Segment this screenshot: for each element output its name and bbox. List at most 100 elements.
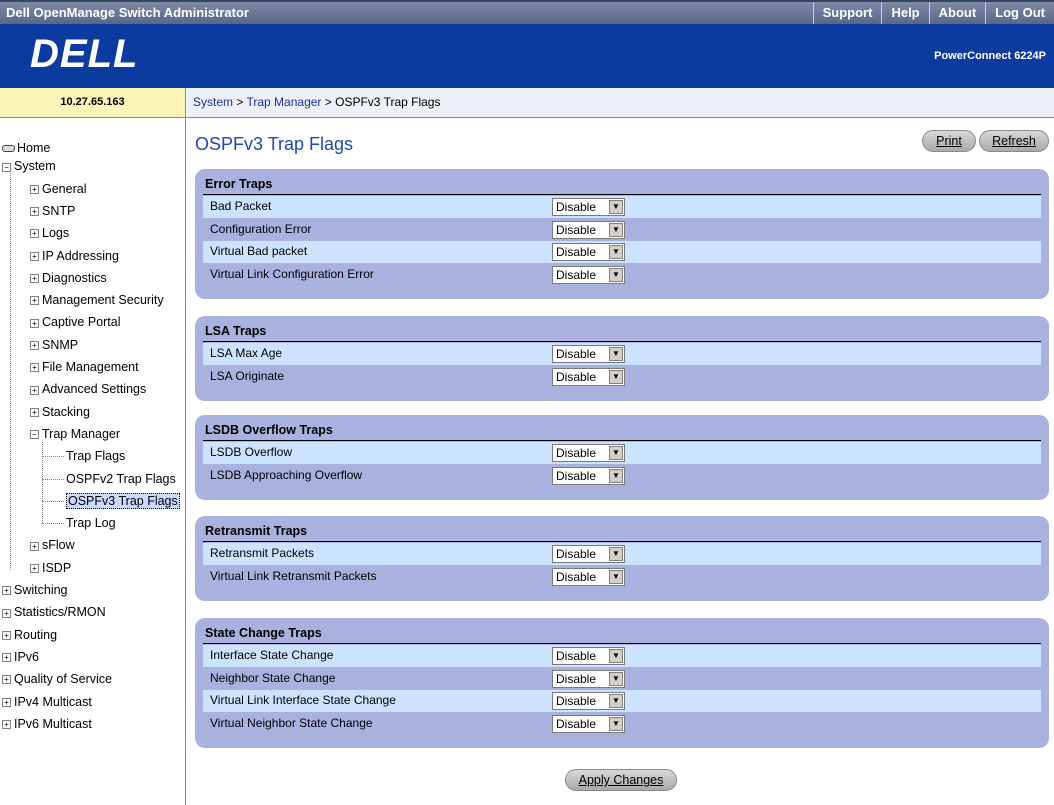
expand-icon[interactable]: + bbox=[2, 586, 11, 596]
chevron-down-icon[interactable]: ▼ bbox=[609, 347, 623, 361]
sidebar-item-trap-manager[interactable]: − Trap Manager bbox=[30, 424, 120, 444]
trap-mode-select[interactable]: Disable ▼ bbox=[552, 265, 625, 284]
expand-icon[interactable]: + bbox=[30, 340, 39, 350]
select-value: Disable bbox=[556, 267, 597, 282]
select-value: Disable bbox=[556, 245, 597, 259]
chevron-down-icon[interactable]: ▼ bbox=[609, 267, 623, 282]
collapse-icon[interactable]: − bbox=[2, 162, 11, 172]
expand-icon[interactable]: + bbox=[2, 675, 11, 685]
trap-row: Virtual Link Retransmit Packets Disable ▼ bbox=[203, 566, 1041, 588]
trap-mode-select[interactable]: Disable ▼ bbox=[552, 444, 625, 462]
trap-mode-select[interactable]: Disable ▼ bbox=[552, 367, 625, 386]
support-link[interactable]: Support bbox=[812, 2, 882, 24]
sidebar-item-ipv4-multicast[interactable]: + IPv4 Multicast bbox=[2, 692, 92, 712]
trap-mode-select[interactable]: Disable ▼ bbox=[552, 714, 625, 733]
chevron-down-icon[interactable]: ▼ bbox=[609, 671, 623, 686]
sidebar-item-switching[interactable]: + Switching bbox=[2, 580, 68, 600]
expand-icon[interactable]: + bbox=[30, 251, 39, 261]
chevron-down-icon[interactable]: ▼ bbox=[609, 569, 623, 584]
top-bar: Dell OpenManage Switch Administrator Sup… bbox=[0, 0, 1054, 24]
sidebar-item-ospfv3-trap-flags[interactable]: OSPFv3 Trap Flags bbox=[66, 491, 180, 511]
sidebar-item-management-security[interactable]: + Management Security bbox=[30, 290, 164, 310]
expand-icon[interactable]: + bbox=[30, 274, 39, 283]
sidebar-item-quality-of-service[interactable]: + Quality of Service bbox=[2, 669, 112, 689]
chevron-down-icon[interactable]: ▼ bbox=[609, 694, 623, 708]
expand-icon[interactable]: + bbox=[2, 697, 11, 707]
trap-section: Error Traps Bad Packet Disable ▼ Configurati… bbox=[195, 169, 1049, 299]
expand-icon[interactable]: + bbox=[30, 207, 39, 217]
expand-icon[interactable]: + bbox=[30, 296, 39, 306]
apply-changes-button[interactable]: Apply Changes bbox=[565, 769, 677, 791]
chevron-down-icon[interactable]: ▼ bbox=[609, 200, 623, 214]
breadcrumb-system[interactable]: System bbox=[193, 95, 233, 109]
expand-icon[interactable]: + bbox=[2, 653, 11, 663]
trap-section: State Change Traps Interface State Change… bbox=[195, 618, 1049, 748]
expand-icon[interactable]: + bbox=[2, 608, 11, 618]
expand-icon[interactable]: + bbox=[2, 720, 11, 729]
expand-icon[interactable]: + bbox=[30, 407, 39, 417]
drive-icon bbox=[2, 145, 15, 153]
trap-row: LSDB Approaching Overflow Disable ▼ bbox=[203, 465, 1041, 487]
app-title: Dell OpenManage Switch Administrator bbox=[6, 5, 249, 20]
sidebar-item-ipv6[interactable]: + IPv6 bbox=[2, 647, 39, 667]
section-title: State Change Traps bbox=[205, 626, 322, 640]
expand-icon[interactable]: + bbox=[30, 541, 39, 551]
logout-link[interactable]: Log Out bbox=[985, 2, 1054, 24]
sidebar-item-sflow[interactable]: + sFlow bbox=[30, 535, 75, 555]
sidebar-item-logs[interactable]: + Logs bbox=[30, 223, 69, 243]
trap-mode-select[interactable]: Disable ▼ bbox=[552, 466, 625, 485]
sidebar-item-isdp[interactable]: + ISDP bbox=[30, 558, 71, 578]
expand-icon[interactable]: + bbox=[30, 385, 39, 395]
trap-label: LSA Max Age bbox=[210, 346, 283, 360]
sidebar-item-ipv6-multicast[interactable]: + IPv6 Multicast bbox=[2, 714, 92, 734]
sidebar-item-captive-portal[interactable]: + Captive Portal bbox=[30, 312, 121, 332]
chevron-down-icon[interactable]: ▼ bbox=[609, 547, 623, 561]
expand-icon[interactable]: + bbox=[30, 363, 39, 373]
nav-label: Management Security bbox=[42, 293, 164, 308]
sidebar-item-diagnostics[interactable]: + Diagnostics bbox=[30, 268, 107, 288]
chevron-down-icon[interactable]: ▼ bbox=[609, 716, 623, 731]
sidebar-item-snmp[interactable]: + SNMP bbox=[30, 335, 78, 355]
about-link[interactable]: About bbox=[928, 2, 986, 24]
expand-icon[interactable]: + bbox=[30, 229, 39, 239]
sidebar-item-trap-flags[interactable]: Trap Flags bbox=[66, 446, 125, 466]
expand-icon[interactable]: + bbox=[30, 184, 39, 194]
trap-mode-select[interactable]: Disable ▼ bbox=[552, 345, 625, 363]
expand-icon[interactable]: + bbox=[30, 318, 39, 328]
sidebar-item-file-management[interactable]: + File Management bbox=[30, 357, 139, 377]
sidebar-item-stacking[interactable]: + Stacking bbox=[30, 402, 90, 422]
sidebar-item-ospfv2-trap-flags[interactable]: OSPFv2 Trap Flags bbox=[66, 469, 176, 489]
chevron-down-icon[interactable]: ▼ bbox=[609, 369, 623, 384]
chevron-down-icon[interactable]: ▼ bbox=[609, 245, 623, 259]
breadcrumb-trap-manager[interactable]: Trap Manager bbox=[246, 95, 321, 109]
refresh-button[interactable]: Refresh bbox=[979, 130, 1049, 152]
trap-mode-select[interactable]: Disable ▼ bbox=[552, 243, 625, 261]
help-link[interactable]: Help bbox=[881, 2, 928, 24]
expand-icon[interactable]: + bbox=[2, 630, 11, 640]
trap-mode-select[interactable]: Disable ▼ bbox=[552, 669, 625, 688]
sidebar-item-home[interactable]: Home bbox=[2, 138, 50, 158]
sidebar-item-sntp[interactable]: + SNTP bbox=[30, 201, 75, 221]
trap-mode-select[interactable]: Disable ▼ bbox=[552, 647, 625, 665]
sidebar-item-routing[interactable]: + Routing bbox=[2, 625, 57, 645]
trap-mode-select[interactable]: Disable ▼ bbox=[552, 692, 625, 710]
chevron-down-icon[interactable]: ▼ bbox=[609, 446, 623, 460]
chevron-down-icon[interactable]: ▼ bbox=[609, 649, 623, 663]
expand-icon[interactable]: + bbox=[30, 563, 39, 573]
breadcrumb-separator: > bbox=[321, 95, 336, 109]
select-value: Disable bbox=[556, 468, 597, 483]
chevron-down-icon[interactable]: ▼ bbox=[609, 468, 623, 483]
collapse-icon[interactable]: − bbox=[30, 430, 39, 440]
trap-mode-select[interactable]: Disable ▼ bbox=[552, 220, 625, 239]
trap-label: Bad Packet bbox=[210, 199, 272, 213]
sidebar-item-general[interactable]: + General bbox=[30, 179, 86, 199]
print-button[interactable]: Print bbox=[922, 130, 976, 152]
trap-mode-select[interactable]: Disable ▼ bbox=[552, 545, 625, 563]
trap-mode-select[interactable]: Disable ▼ bbox=[552, 567, 625, 586]
sidebar-item-advanced-settings[interactable]: + Advanced Settings bbox=[30, 379, 146, 399]
sidebar-item-ip-addressing[interactable]: + IP Addressing bbox=[30, 246, 119, 266]
chevron-down-icon[interactable]: ▼ bbox=[609, 222, 623, 237]
sidebar-item-trap-log[interactable]: Trap Log bbox=[66, 513, 116, 533]
trap-mode-select[interactable]: Disable ▼ bbox=[552, 198, 625, 216]
sidebar-item-statistics-rmon[interactable]: + Statistics/RMON bbox=[2, 602, 106, 622]
